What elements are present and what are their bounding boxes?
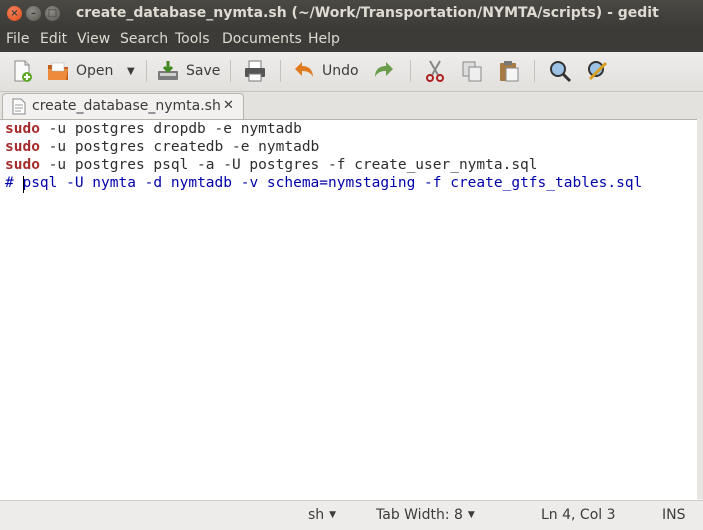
tab-create-database-nymta[interactable]: create_database_nymta.sh ✕	[2, 93, 244, 120]
print-button[interactable]	[243, 58, 267, 84]
insert-mode: INS	[662, 507, 686, 523]
menu-tools[interactable]: Tools	[175, 31, 210, 47]
toolbar: Open ▼ Save Undo	[0, 52, 703, 92]
new-document-button[interactable]	[10, 58, 34, 84]
menu-search[interactable]: Search	[120, 31, 168, 47]
chevron-down-icon: ▼	[467, 510, 475, 520]
code-line-comment: # psql -U nymta -d nymtadb -v schema=nym…	[5, 175, 642, 191]
toolbar-separator	[534, 60, 535, 82]
save-button[interactable]: Save	[156, 58, 220, 84]
tab-width-selector[interactable]: Tab Width: 8 ▼	[376, 507, 475, 523]
keyword: sudo	[5, 139, 40, 155]
minimize-window-icon[interactable]: –	[26, 6, 41, 21]
chevron-down-icon: ▼	[127, 65, 135, 77]
find-replace-icon	[586, 59, 610, 83]
paste-button[interactable]	[497, 58, 521, 84]
cut-button[interactable]	[423, 58, 447, 84]
menu-edit[interactable]: Edit	[40, 31, 67, 47]
clipboard-icon	[497, 59, 521, 83]
language-label: sh	[308, 507, 325, 523]
undo-arrow-icon	[292, 59, 316, 83]
text-file-icon	[12, 98, 26, 119]
toolbar-separator	[230, 60, 231, 82]
tab-bar: create_database_nymta.sh ✕	[0, 92, 703, 120]
open-label: Open	[76, 63, 114, 79]
text-editor[interactable]: sudo -u postgres dropdb -e nymtadb sudo …	[0, 119, 697, 500]
copy-icon	[460, 59, 484, 83]
maximize-window-icon[interactable]: □	[45, 6, 60, 21]
find-replace-button[interactable]	[586, 58, 610, 84]
code-line: sudo -u postgres psql -a -U postgres -f …	[5, 157, 538, 173]
printer-icon	[243, 59, 267, 83]
close-icon[interactable]: ✕	[223, 98, 234, 113]
window-title: create_database_nymta.sh (~/Work/Transpo…	[76, 5, 659, 21]
undo-label: Undo	[322, 63, 359, 79]
save-label: Save	[186, 63, 221, 79]
chevron-down-icon: ▼	[329, 510, 337, 520]
keyword: sudo	[5, 157, 40, 173]
code-line: sudo -u postgres createdb -e nymtadb	[5, 139, 319, 155]
scrollbar[interactable]	[697, 119, 703, 499]
keyword: sudo	[5, 121, 40, 137]
language-selector[interactable]: sh ▼	[308, 507, 336, 523]
comment-marker: #	[5, 175, 23, 191]
undo-button[interactable]: Undo	[292, 58, 359, 84]
copy-button[interactable]	[460, 58, 484, 84]
menu-documents[interactable]: Documents	[222, 31, 302, 47]
title-bar: × – □ create_database_nymta.sh (~/Work/T…	[0, 0, 703, 28]
folder-icon	[46, 59, 70, 83]
menu-bar: File Edit View Search Tools Documents He…	[0, 28, 703, 52]
new-document-icon	[10, 59, 34, 83]
code-line: sudo -u postgres dropdb -e nymtadb	[5, 121, 302, 137]
text-cursor	[23, 176, 24, 193]
code-text: -u postgres psql -a -U postgres -f creat…	[39, 157, 538, 173]
tab-width-label: Tab Width: 8	[376, 507, 463, 523]
tab-label: create_database_nymta.sh	[32, 98, 221, 114]
toolbar-separator	[146, 60, 147, 82]
redo-arrow-icon	[372, 59, 396, 83]
open-button[interactable]: Open	[46, 58, 113, 84]
menu-help[interactable]: Help	[308, 31, 340, 47]
cursor-position: Ln 4, Col 3	[541, 507, 616, 523]
open-dropdown-button[interactable]: ▼	[127, 58, 135, 84]
find-button[interactable]	[548, 58, 572, 84]
status-bar: sh ▼ Tab Width: 8 ▼ Ln 4, Col 3 INS	[0, 500, 703, 530]
redo-button[interactable]	[372, 58, 396, 84]
save-icon	[156, 59, 180, 83]
menu-view[interactable]: View	[77, 31, 110, 47]
comment-text: psql -U nymta -d nymtadb -v schema=nymst…	[22, 175, 643, 191]
scissors-icon	[423, 59, 447, 83]
code-text: -u postgres dropdb -e nymtadb	[39, 121, 302, 137]
magnifier-icon	[548, 59, 572, 83]
toolbar-separator	[410, 60, 411, 82]
menu-file[interactable]: File	[6, 31, 29, 47]
code-text: -u postgres createdb -e nymtadb	[39, 139, 320, 155]
close-window-icon[interactable]: ×	[7, 6, 22, 21]
toolbar-separator	[280, 60, 281, 82]
